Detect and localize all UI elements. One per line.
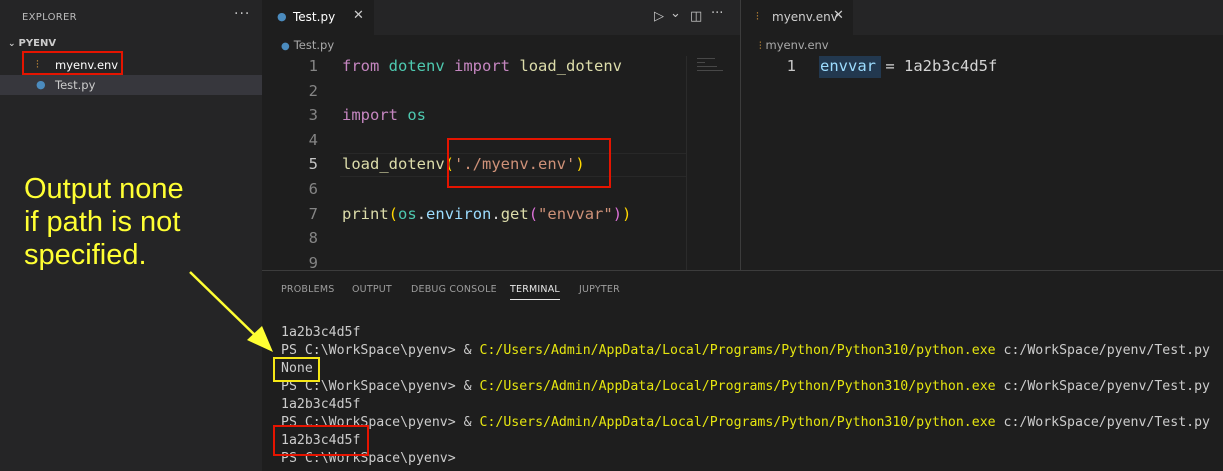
annotation-arrow [189, 271, 273, 352]
